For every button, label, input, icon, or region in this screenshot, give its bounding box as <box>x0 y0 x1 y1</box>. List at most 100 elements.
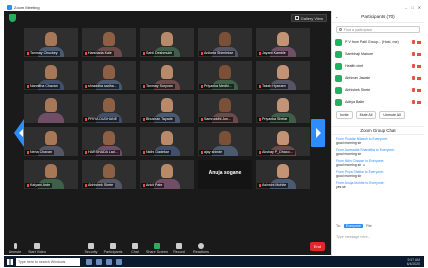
taskbar-clock[interactable]: 9:57 AM 6/4/2020 <box>407 258 420 266</box>
video-tile[interactable]: Bhushan Tayade <box>140 94 194 123</box>
participant-row[interactable]: P V from Patil Group... (Host, me) <box>335 36 421 48</box>
participant-row[interactable]: Abhishek Shete <box>335 84 421 96</box>
muted-mic-icon <box>201 51 203 55</box>
participant-name: Kalyani Arde <box>30 183 51 187</box>
muted-mic-icon <box>259 84 261 88</box>
participant-video <box>103 164 115 178</box>
participant-row[interactable]: Health chef <box>335 60 421 72</box>
close-icon[interactable]: ✕ <box>418 5 421 10</box>
participant-video-body <box>38 113 64 123</box>
chevron-down-icon[interactable]: ⌄ <box>335 14 338 19</box>
participant-name-label: Taksh Hyaxam <box>257 84 288 89</box>
record-button[interactable]: Record <box>168 243 190 254</box>
participant-search-input[interactable]: Find a participant <box>336 26 420 33</box>
participant-name-label: Abhishek Shete <box>83 183 116 188</box>
security-label: Security <box>84 250 98 254</box>
video-off-icon <box>417 100 421 104</box>
participant-video <box>277 131 289 145</box>
video-tile[interactable]: Akshay P_Dhaco... <box>256 127 310 156</box>
video-tile[interactable]: Nanditha Chavan <box>24 61 78 90</box>
video-off-icon <box>417 64 421 68</box>
video-tile[interactable]: PRIYA DUDHANE <box>82 94 136 123</box>
chat-recipient-select[interactable]: Everyone <box>343 224 363 228</box>
video-tile[interactable]: shraddha sadha... <box>82 61 136 90</box>
video-tile[interactable]: Nidhi Gadekar <box>140 127 194 156</box>
participant-name-label: Jayant Kamble <box>257 51 288 56</box>
video-tile[interactable]: Aniketa Shimlekar <box>198 28 252 57</box>
participant-video <box>219 32 231 46</box>
unmute-label: Unmute <box>8 250 22 254</box>
invite-button[interactable]: Invite <box>336 111 353 119</box>
unmute-all-button[interactable]: Unmute All <box>379 111 405 119</box>
participant-name: Neha Chavan <box>30 150 52 154</box>
video-tile[interactable]: Kalyani Arde <box>24 160 78 189</box>
video-tile[interactable]: HARSHADA Lad... <box>82 127 136 156</box>
video-tile[interactable]: Priyanka Shelar <box>256 94 310 123</box>
video-tile[interactable]: Anuja sogane <box>198 160 252 189</box>
task-view-icon[interactable] <box>86 258 92 265</box>
start-video-button[interactable]: Start Video <box>26 243 48 254</box>
muted-mic-icon <box>201 84 203 88</box>
muted-mic-icon <box>412 88 415 92</box>
window-controls: – □ ✕ <box>405 5 424 10</box>
avatar <box>335 74 342 82</box>
participant-video <box>161 65 173 79</box>
avatar <box>335 62 342 70</box>
file-button[interactable]: File <box>366 224 372 228</box>
windows-start-icon[interactable] <box>7 258 13 265</box>
share-screen-button[interactable]: Share Screen <box>146 243 168 254</box>
end-meeting-button[interactable]: End <box>309 242 325 251</box>
video-tile[interactable]: Abhishek Shete <box>82 160 136 189</box>
participant-row[interactable]: Aditya Balte <box>335 96 421 108</box>
participants-label: Participants <box>103 250 123 254</box>
video-tile[interactable]: Ankit Pate <box>140 160 194 189</box>
minimize-icon[interactable]: – <box>405 5 407 10</box>
muted-mic-icon <box>259 51 261 55</box>
video-tile[interactable]: Taksh Hyaxam <box>256 61 310 90</box>
participant-row[interactable]: Sambhaji Mahure <box>335 48 421 60</box>
muted-mic-icon <box>259 183 261 187</box>
file-explorer-icon[interactable] <box>96 258 102 265</box>
video-tile[interactable]: Samruddhi Jun... <box>198 94 252 123</box>
video-tile[interactable]: Tanmay Chuckey <box>24 28 78 57</box>
chat-message: From Poddar Nilaksh to Everyone: good mor… <box>336 137 420 145</box>
browser-icon[interactable] <box>106 258 112 265</box>
gallery-view-button[interactable]: Gallery View <box>290 14 327 22</box>
chat-button[interactable]: Chat <box>124 243 146 254</box>
video-tile[interactable]: Sahil Deshmukh <box>140 28 194 57</box>
participant-video <box>219 65 231 79</box>
video-tile[interactable]: Neha Chavan <box>24 127 78 156</box>
participants-button[interactable]: Participants <box>102 243 124 254</box>
previous-page-arrow[interactable] <box>14 119 24 147</box>
participant-name: Abhishek Shete <box>88 183 114 187</box>
unmute-button[interactable]: Unmute <box>4 243 26 254</box>
avatar <box>335 38 342 46</box>
muted-mic-icon <box>201 117 203 121</box>
video-tile[interactable]: Tanmay Suryvan <box>140 61 194 90</box>
participant-video <box>45 98 57 112</box>
participants-title: Participants (70) <box>361 14 395 19</box>
participant-name-label: Tanmay Chuckey <box>25 51 60 56</box>
taskbar-search-input[interactable]: Type here to search Windows <box>16 257 80 266</box>
video-tile[interactable] <box>24 94 78 123</box>
security-button[interactable]: Security <box>80 243 102 254</box>
participant-row[interactable]: Abhinav Jawale <box>335 72 421 84</box>
video-tile[interactable]: Priyanka Medhi... <box>198 61 252 90</box>
chat-message: From Anuja Mohite to Everyone: yes sir <box>336 181 420 189</box>
next-page-arrow[interactable] <box>311 119 325 147</box>
video-tile[interactable]: ajay shinde <box>198 127 252 156</box>
participant-name-label: Samruddhi Jun... <box>199 117 234 122</box>
shield-icon[interactable] <box>9 14 16 22</box>
participant-name: Samruddhi Jun... <box>204 117 232 121</box>
chat-message-input[interactable]: Type message here... <box>336 235 371 239</box>
maximize-icon[interactable]: □ <box>411 5 413 10</box>
reactions-button[interactable]: Reactions <box>190 243 212 254</box>
muted-mic-icon <box>143 84 145 88</box>
zoom-app-icon[interactable] <box>116 258 122 265</box>
participant-video <box>45 65 57 79</box>
mute-all-button[interactable]: Mute All <box>355 111 377 119</box>
muted-mic-icon <box>143 150 145 154</box>
video-tile[interactable]: Harshada Kale <box>82 28 136 57</box>
video-tile[interactable]: Jayant Kamble <box>256 28 310 57</box>
video-tile[interactable]: Ashwini Mohite <box>256 160 310 189</box>
